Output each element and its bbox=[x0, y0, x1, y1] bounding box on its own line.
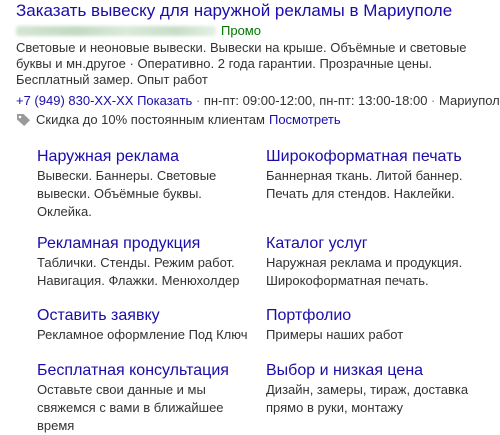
sitelink-title[interactable]: Портфолио bbox=[266, 306, 481, 326]
ad-url-line: Промо bbox=[16, 23, 500, 39]
ad-card: Заказать вывеску для наружной рекламы в … bbox=[0, 0, 500, 433]
sitelink-outdoor-advertising: Наружная реклама Вывески. Баннеры. Свето… bbox=[37, 147, 252, 221]
sitelink-title[interactable]: Выбор и низкая цена bbox=[266, 361, 481, 381]
sitelink-portfolio: Портфолио Примеры наших работ bbox=[266, 306, 481, 344]
city[interactable]: Мариуполь bbox=[439, 93, 500, 108]
discount-text: Скидка до 10% постоянным клиентам bbox=[36, 112, 265, 127]
sitelink-description: Примеры наших работ bbox=[266, 327, 404, 342]
sitelink-services-catalog: Каталог услуг Наружная реклама и продукц… bbox=[266, 234, 481, 290]
sitelink-description: Дизайн, замеры, тираж, доставка прямо в … bbox=[266, 382, 469, 415]
sitelink-title[interactable]: Каталог услуг bbox=[266, 234, 481, 254]
sitelink-title[interactable]: Наружная реклама bbox=[37, 147, 252, 167]
ad-title-link[interactable]: Заказать вывеску для наружной рекламы в … bbox=[16, 1, 500, 21]
sitelink-description: Вывески. Баннеры. Световые вывески. Объё… bbox=[37, 168, 217, 219]
sitelink-title[interactable]: Рекламная продукция bbox=[37, 234, 252, 254]
sitelink-promo-products: Рекламная продукция Таблички. Стенды. Ре… bbox=[37, 234, 252, 290]
sitelink-free-consultation: Бесплатная консультация Оставьте свои да… bbox=[37, 361, 252, 435]
working-hours: пн-пт: 09:00-12:00, пн-пт: 13:00-18:00 bbox=[203, 93, 428, 108]
sitelink-title[interactable]: Широкоформатная печать bbox=[266, 147, 481, 167]
discount-text-wrap: Скидка до 10% постоянным клиентам Посмотр… bbox=[36, 112, 341, 128]
sitelink-title[interactable]: Оставить заявку bbox=[37, 306, 252, 326]
city-separator: · bbox=[427, 93, 439, 108]
tag-icon bbox=[17, 114, 30, 126]
sitelink-leave-request: Оставить заявку Рекламное оформление Под… bbox=[37, 306, 252, 344]
hours-separator: · bbox=[192, 93, 204, 108]
sitelink-description: Наружная реклама и продукция. Широкоформ… bbox=[266, 255, 463, 288]
promo-label: Промо bbox=[221, 23, 261, 38]
discount-line: Скидка до 10% постоянным клиентам Посмотр… bbox=[16, 112, 500, 128]
phone-number[interactable]: +7 (949) 830-XX-XX bbox=[16, 93, 133, 108]
sitelink-description: Таблички. Стенды. Режим работ. Навигация… bbox=[37, 255, 240, 288]
discount-view-link[interactable]: Посмотреть bbox=[269, 112, 341, 127]
contact-line: +7 (949) 830-XX-XX Показать · пн-пт: 09:… bbox=[16, 93, 500, 109]
blurred-display-url[interactable] bbox=[16, 26, 216, 36]
sitelink-description: Оставьте свои данные и мы свяжемся с вам… bbox=[37, 382, 224, 433]
ad-description: Световые и неоновые вывески. Вывески на … bbox=[16, 40, 467, 87]
sitelink-description: Рекламное оформление Под Ключ bbox=[37, 327, 248, 342]
sitelink-large-format-printing: Широкоформатная печать Баннерная ткань. … bbox=[266, 147, 481, 203]
sitelink-title[interactable]: Бесплатная консультация bbox=[37, 361, 252, 381]
show-phone-link[interactable]: Показать bbox=[137, 93, 192, 108]
sitelink-choice-low-price: Выбор и низкая цена Дизайн, замеры, тира… bbox=[266, 361, 481, 417]
sitelink-description: Баннерная ткань. Литой баннер. Печать дл… bbox=[266, 168, 463, 201]
